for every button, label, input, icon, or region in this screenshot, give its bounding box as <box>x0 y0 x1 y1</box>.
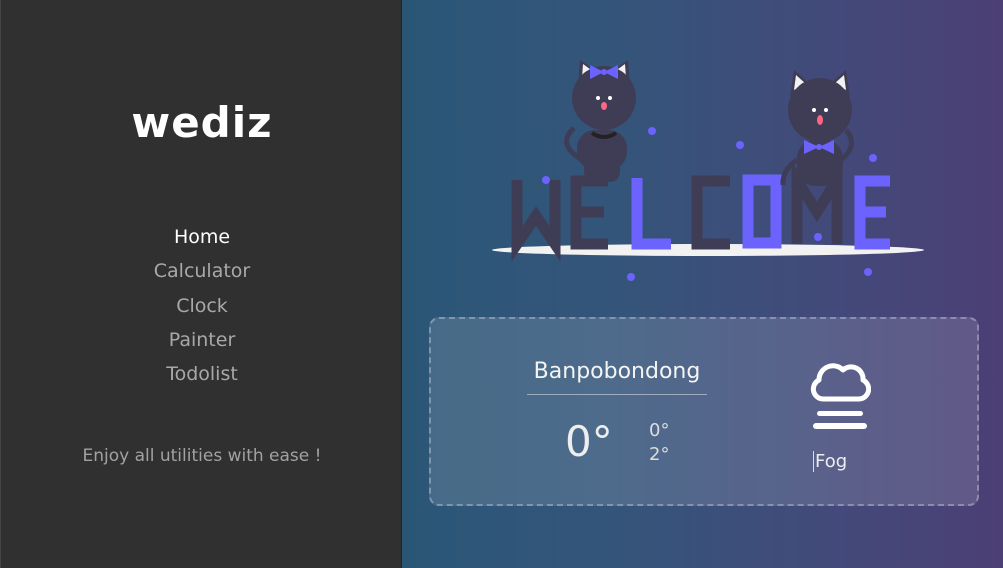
nav-item-calculator[interactable]: Calculator <box>1 258 403 292</box>
sidebar: wediz Home Calculator Clock Painter Todo… <box>0 0 402 568</box>
weather-temp-min: 0° <box>649 420 670 441</box>
weather-city: Banpobondong <box>527 359 707 395</box>
weather-description: Fog <box>813 451 848 472</box>
weather-min-max: 0° 2° <box>649 419 669 467</box>
nav-item-home[interactable]: Home <box>1 224 403 258</box>
fog-icon <box>810 363 871 429</box>
weather-card: Banpobondong 0° 0° 2° Fog <box>429 317 979 506</box>
tagline: Enjoy all utilities with ease ! <box>82 446 322 466</box>
cat-left <box>564 60 636 184</box>
main-nav: Home Calculator Clock Painter Todolist <box>1 224 403 395</box>
welcome-cats-illustration <box>492 60 924 281</box>
welcome-text <box>511 160 890 262</box>
nav-item-painter[interactable]: Painter <box>1 327 403 361</box>
nav-item-todolist[interactable]: Todolist <box>1 361 403 395</box>
weather-temp-max: 2° <box>649 444 670 465</box>
weather-temperature: 0° <box>565 417 613 466</box>
nav-item-clock[interactable]: Clock <box>1 293 403 327</box>
app-logo[interactable]: wediz <box>1 98 403 147</box>
main-panel: Banpobondong 0° 0° 2° Fog <box>402 0 1003 568</box>
